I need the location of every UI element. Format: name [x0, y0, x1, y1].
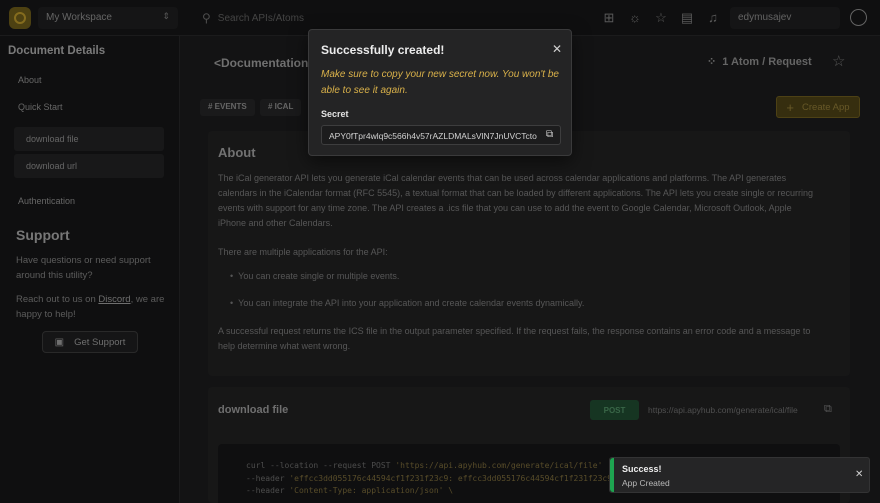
copy-icon[interactable]: ⧉: [546, 129, 553, 140]
success-toast: Success! App Created ✕: [609, 457, 870, 493]
toast-status-bar: [610, 458, 614, 492]
modal-title: Successfully created!: [321, 43, 445, 57]
close-icon[interactable]: ✕: [855, 469, 863, 480]
close-icon[interactable]: ✕: [552, 42, 562, 56]
toast-message: App Created: [622, 478, 670, 488]
success-modal: Successfully created! ✕ Make sure to cop…: [308, 29, 572, 156]
secret-field[interactable]: APY0fTpr4wlq9c566h4v57rAZLDMALsVlN7JnUVC…: [321, 125, 561, 145]
toast-title: Success!: [622, 464, 662, 474]
secret-label: Secret: [321, 109, 349, 119]
secret-value[interactable]: APY0fTpr4wlq9c566h4v57rAZLDMALsVlN7JnUVC…: [329, 131, 541, 141]
secret-warning: Make sure to copy your new secret now. Y…: [321, 69, 559, 96]
